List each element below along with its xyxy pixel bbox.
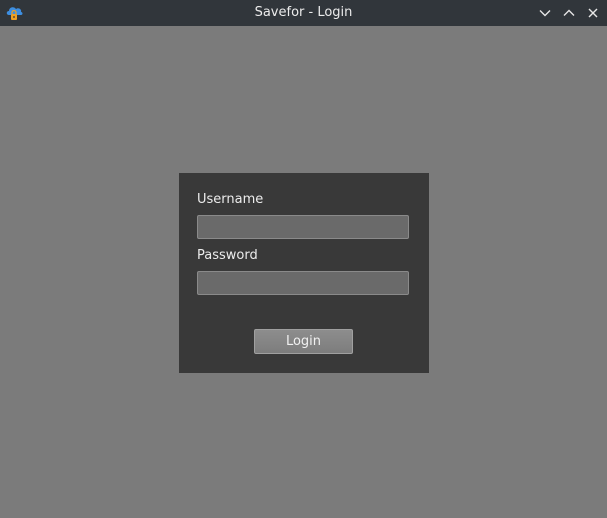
window-title: Savefor - Login [254,5,353,20]
password-label: Password [197,248,258,263]
password-input[interactable] [197,271,409,295]
username-label: Username [197,192,264,207]
minimize-icon[interactable] [535,3,555,23]
login-panel: Username Password Login [179,173,429,373]
app-window: Savefor - Login Username Password Login [0,0,607,518]
login-button[interactable]: Login [254,329,353,354]
close-icon[interactable] [583,3,603,23]
username-input[interactable] [197,215,409,239]
maximize-icon[interactable] [559,3,579,23]
title-bar[interactable]: Savefor - Login [0,0,607,26]
